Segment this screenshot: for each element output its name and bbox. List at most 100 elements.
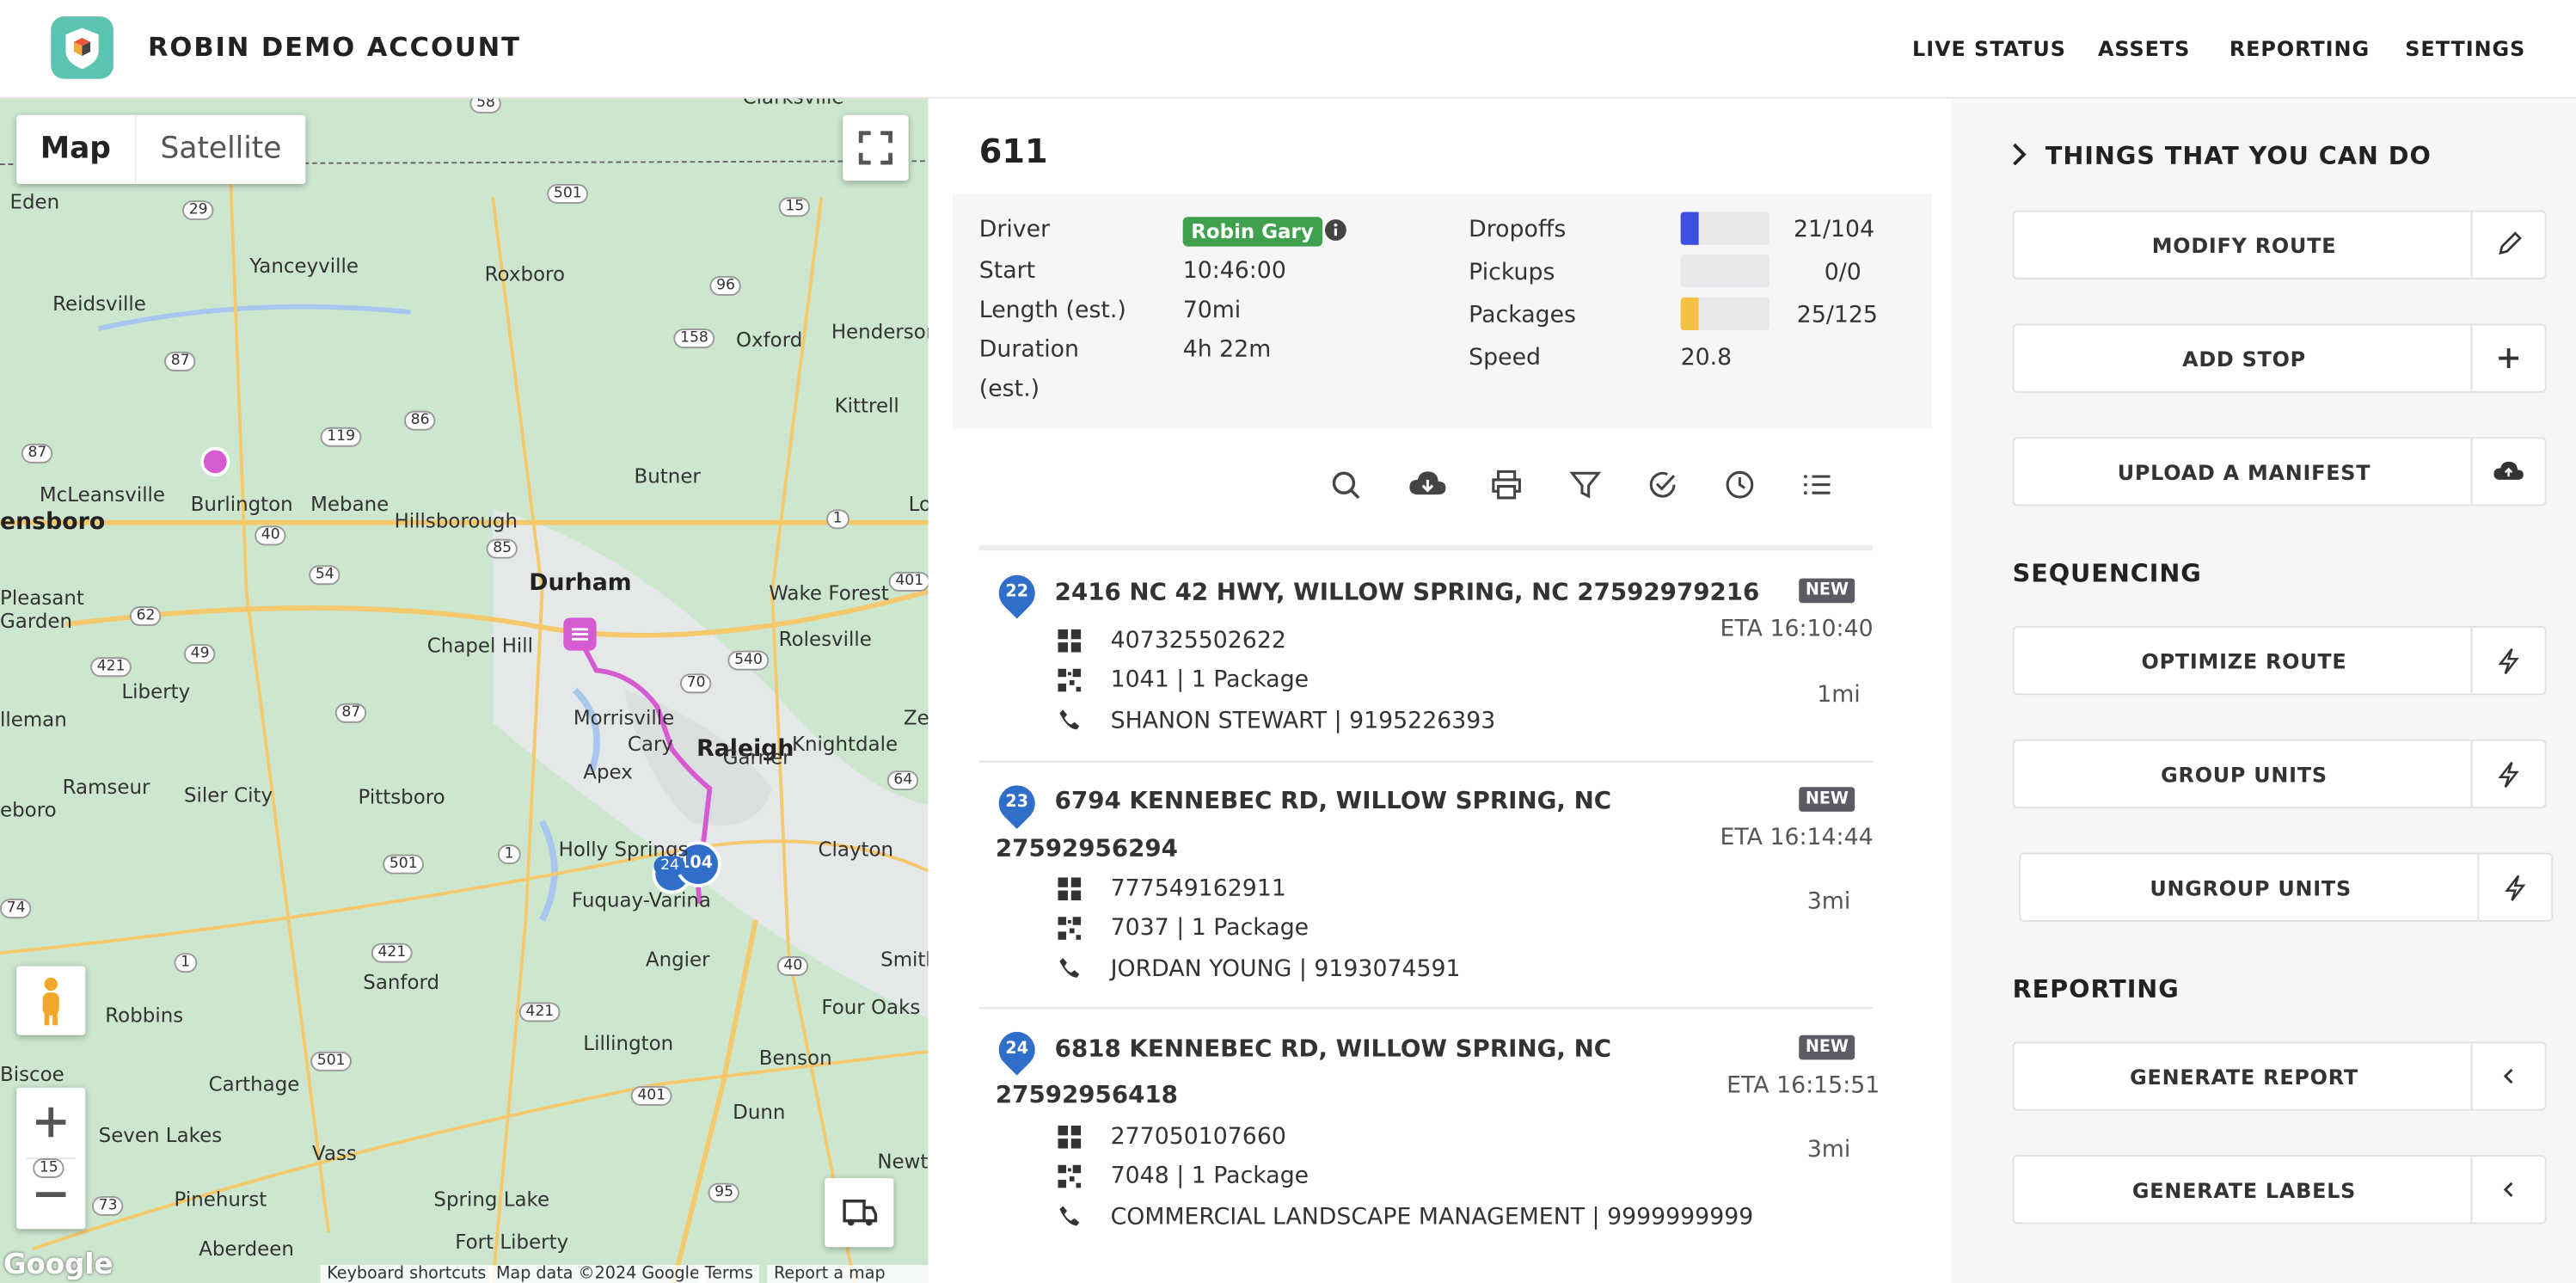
info-icon[interactable] <box>1324 218 1347 242</box>
zoom-in-button[interactable] <box>36 1107 66 1138</box>
report-map-error-link[interactable]: Report a map error <box>767 1265 929 1283</box>
map-label: Yanceyville <box>249 255 359 278</box>
stop-status-badge: NEW <box>1799 578 1855 604</box>
map-type-satellite-button[interactable]: Satellite <box>134 114 306 184</box>
stop-address[interactable]: 6794 KENNEBEC RD, WILLOW SPRING, NC <box>1055 789 1611 815</box>
route-shield: 87 <box>21 443 54 463</box>
start-location-marker[interactable] <box>199 445 231 478</box>
optimize-route-button[interactable]: OPTIMIZE ROUTE <box>2012 625 2547 696</box>
cloud-download-icon[interactable] <box>1408 469 1447 501</box>
route-name: 611 <box>978 131 1048 171</box>
stop-address-line2[interactable]: 27592956418 <box>996 1083 1178 1109</box>
clock-icon[interactable] <box>1723 469 1756 501</box>
dropoffs-progress-fill <box>1680 212 1699 245</box>
map-label: Hillsborough <box>394 509 518 533</box>
nav-live-status[interactable]: LIVE STATUS <box>1912 36 2066 61</box>
map-label: Butner <box>634 464 701 488</box>
map-label: Mebane <box>310 493 389 516</box>
stop-units: 7037 | 1 Package <box>1110 915 1309 942</box>
map-label: Knightdale <box>791 733 899 756</box>
group-units-label: GROUP UNITS <box>2161 762 2328 788</box>
speed-label: Speed <box>1469 345 1542 371</box>
pickups-label: Pickups <box>1469 259 1555 286</box>
street-view-pegman[interactable] <box>16 966 86 1035</box>
route-shield: 421 <box>371 942 413 963</box>
map-label: Durham <box>529 570 632 597</box>
stop-address-line2[interactable]: 27592956294 <box>996 837 1178 863</box>
route-shield: 40 <box>255 525 287 546</box>
list-icon[interactable] <box>1800 469 1833 501</box>
map-label: Benson <box>758 1047 832 1070</box>
map-label: Dunn <box>733 1101 786 1124</box>
add-stop-button[interactable]: ADD STOP <box>2012 323 2547 393</box>
route-shield: 87 <box>164 351 197 371</box>
stop-distance: 3mi <box>1806 1137 1851 1163</box>
depot-marker[interactable] <box>561 617 598 653</box>
nav-settings[interactable]: SETTINGS <box>2405 36 2525 61</box>
map-label: Aberdeen <box>199 1237 294 1261</box>
nav-reporting[interactable]: REPORTING <box>2229 36 2370 61</box>
map-label: Morrisville <box>573 706 675 730</box>
stop-address[interactable]: 6818 KENNEBEC RD, WILLOW SPRING, NC <box>1055 1037 1611 1064</box>
barcode-grid-icon <box>1058 629 1082 653</box>
brand-name: ROBIN DEMO ACCOUNT <box>147 31 521 63</box>
chevron-left-icon <box>2503 1182 2513 1198</box>
driver-badge[interactable]: Robin Gary <box>1182 217 1322 247</box>
map-label: Biscoe <box>0 1063 64 1086</box>
route-shield: 540 <box>727 650 770 671</box>
stop-units: 1041 | 1 Package <box>1110 666 1309 694</box>
route-shield: 501 <box>383 854 425 875</box>
fullscreen-button[interactable] <box>843 114 909 181</box>
check-circle-icon[interactable] <box>1647 469 1679 501</box>
route-shield: 119 <box>320 427 362 447</box>
route-shield: 64 <box>886 770 919 791</box>
keyboard-shortcuts-link[interactable]: Keyboard shortcuts <box>320 1265 493 1283</box>
map-label: Eden <box>9 190 60 214</box>
app-logo-icon[interactable] <box>51 16 113 79</box>
terms-link[interactable]: Terms <box>698 1265 760 1283</box>
barcode-grid-icon <box>1058 1125 1082 1149</box>
map-type-control: Map Satellite <box>16 114 306 184</box>
stop-contact: JORDAN YOUNG | 9193074591 <box>1110 956 1461 983</box>
map-label: Garner <box>722 746 791 770</box>
stop-eta: ETA 16:14:44 <box>1720 825 1874 851</box>
phone-icon <box>1059 1206 1080 1226</box>
stop-address[interactable]: 2416 NC 42 HWY, WILLOW SPRING, NC 275929… <box>1055 580 1760 606</box>
dropoffs-progress-bar <box>1680 212 1769 245</box>
route-map[interactable]: Map Satellite 104 Eden Yanceyville Roxbo… <box>0 98 929 1283</box>
map-type-map-button[interactable]: Map <box>16 115 135 184</box>
print-icon[interactable] <box>1490 469 1523 501</box>
map-label: Fuquay-Varina <box>571 888 711 912</box>
map-label: Pinehurst <box>174 1188 267 1212</box>
route-shield: 95 <box>708 1182 740 1203</box>
search-icon[interactable] <box>1329 469 1362 501</box>
map-label: Smith <box>880 948 928 972</box>
things-you-can-do-heading[interactable]: THINGS THAT YOU CAN DO <box>2045 141 2432 170</box>
route-shield: 15 <box>33 1158 65 1178</box>
speed-value: 20.8 <box>1680 345 1733 371</box>
vehicle-button[interactable] <box>825 1177 894 1248</box>
map-label: Rolesville <box>778 627 872 651</box>
group-units-button[interactable]: GROUP UNITS <box>2012 739 2547 809</box>
generate-labels-button[interactable]: GENERATE LABELS <box>2012 1155 2547 1225</box>
route-shield: 501 <box>547 183 589 204</box>
upload-manifest-button[interactable]: UPLOAD A MANIFEST <box>2012 437 2547 506</box>
phone-icon <box>1059 957 1080 978</box>
reporting-heading: REPORTING <box>2012 974 2180 1004</box>
modify-route-button[interactable]: MODIFY ROUTE <box>2012 210 2547 279</box>
packages-progress-bar <box>1680 297 1769 331</box>
ungroup-units-button[interactable]: UNGROUP UNITS <box>2019 852 2554 922</box>
generate-report-button[interactable]: GENERATE REPORT <box>2012 1041 2547 1111</box>
route-shield: 49 <box>183 643 217 664</box>
lightning-icon <box>2498 761 2519 788</box>
nav-assets[interactable]: ASSETS <box>2098 36 2190 61</box>
phone-icon <box>1059 709 1080 730</box>
map-label: Sanford <box>363 971 440 994</box>
stop-status-badge: NEW <box>1799 1034 1855 1060</box>
chevron-right-icon[interactable] <box>2009 141 2029 168</box>
stop-contact: SHANON STEWART | 9195226393 <box>1110 708 1496 735</box>
stop-barcode: 277050107660 <box>1110 1123 1286 1151</box>
pickups-value: 0/0 <box>1824 259 1861 286</box>
filter-icon[interactable] <box>1569 469 1602 501</box>
route-shield: 58 <box>469 98 502 114</box>
